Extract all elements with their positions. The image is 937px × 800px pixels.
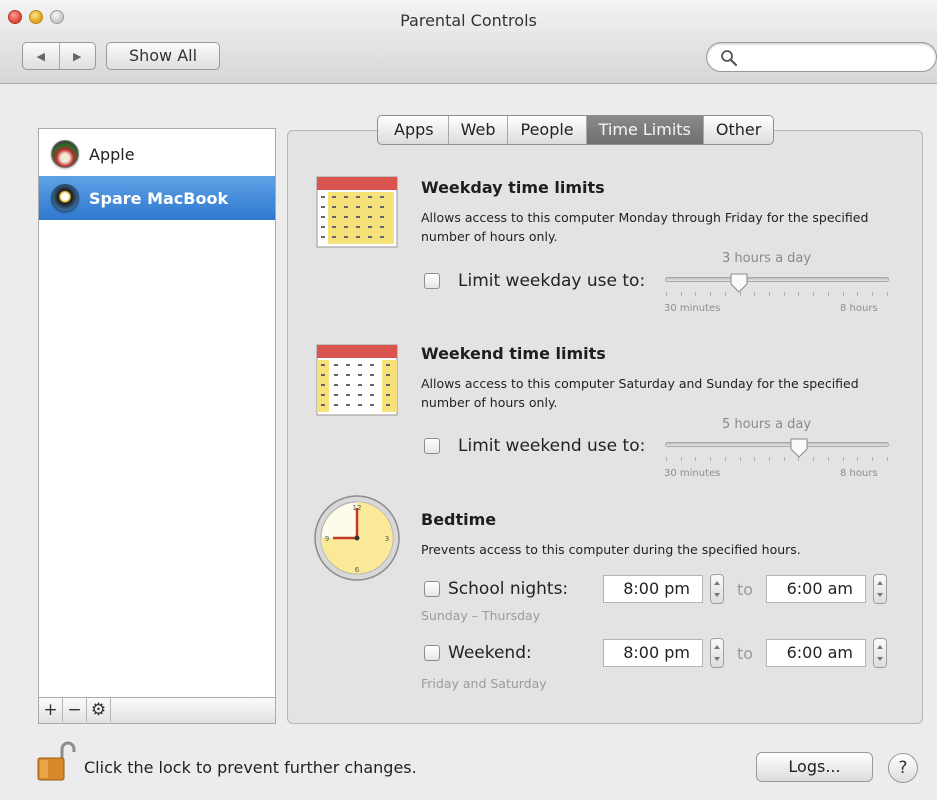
user-name: Apple — [89, 144, 135, 164]
weekend-slider-value: 5 hours a day — [722, 417, 812, 432]
search-input[interactable] — [743, 47, 928, 67]
title-bar: Parental Controls ◀ ▶ Show All — [0, 0, 937, 84]
school-nights-checkbox[interactable] — [424, 581, 440, 597]
weekend-slider-thumb[interactable] — [790, 438, 808, 458]
gear-icon[interactable]: ⚙ — [87, 698, 111, 722]
weekday-slider-thumb[interactable] — [730, 273, 748, 293]
forward-arrow-icon[interactable]: ▶ — [58, 43, 96, 69]
weekend-to-stepper[interactable] — [873, 638, 887, 668]
tab-people[interactable]: People — [507, 116, 585, 144]
weekend-limit-checkbox[interactable] — [424, 438, 440, 454]
weekend-to-time[interactable]: 6:00 am — [766, 639, 866, 667]
user-item-spare-macbook[interactable]: Spare MacBook — [39, 176, 275, 220]
weekday-min-label: 30 minutes — [664, 303, 721, 314]
calendar-icon — [316, 176, 398, 248]
show-all-button[interactable]: Show All — [106, 42, 220, 70]
weekday-limit-checkbox[interactable] — [424, 273, 440, 289]
calendar-icon — [316, 344, 398, 416]
school-nights-to-stepper[interactable] — [873, 574, 887, 604]
weekend-bedtime-label: Weekend: — [448, 643, 532, 663]
school-nights-from-time[interactable]: 8:00 pm — [603, 575, 703, 603]
weekday-slider-ticks — [666, 292, 888, 296]
search-icon — [721, 50, 738, 67]
user-name: Spare MacBook — [89, 188, 229, 208]
weekend-limit-label: Limit weekend use to: — [458, 436, 646, 456]
remove-user-button[interactable]: − — [63, 698, 87, 722]
weekend-title: Weekend time limits — [421, 344, 606, 363]
back-forward-group: ◀ ▶ — [22, 42, 96, 70]
weekday-max-label: 8 hours — [840, 303, 878, 314]
school-nights-note: Sunday – Thursday — [421, 608, 541, 623]
add-user-button[interactable]: + — [39, 698, 63, 722]
school-nights-to-label: to — [737, 580, 754, 599]
parental-controls-window: Parental Controls ◀ ▶ Show All Apple Spa… — [0, 0, 937, 800]
weekend-slider-track[interactable] — [665, 442, 889, 447]
bedtime-title: Bedtime — [421, 510, 497, 529]
weekend-slider-ticks — [666, 457, 888, 461]
svg-text:3: 3 — [385, 535, 389, 543]
weekend-max-label: 8 hours — [840, 468, 878, 479]
svg-text:9: 9 — [325, 535, 329, 543]
weekend-from-time[interactable]: 8:00 pm — [603, 639, 703, 667]
school-nights-from-stepper[interactable] — [710, 574, 724, 604]
svg-text:6: 6 — [355, 566, 360, 574]
tab-time-limits[interactable]: Time Limits — [585, 116, 703, 144]
tab-other[interactable]: Other — [702, 116, 773, 144]
tab-web[interactable]: Web — [447, 116, 508, 144]
school-nights-to-time[interactable]: 6:00 am — [766, 575, 866, 603]
weekend-bedtime-note: Friday and Saturday — [421, 676, 547, 691]
avatar — [51, 184, 79, 212]
clock-icon: 12369 — [314, 495, 400, 581]
bedtime-description: Prevents access to this computer during … — [421, 542, 801, 557]
user-list-toolbar: + − ⚙ — [38, 698, 276, 724]
weekend-min-label: 30 minutes — [664, 468, 721, 479]
unlocked-padlock-icon[interactable] — [36, 740, 76, 782]
back-arrow-icon[interactable]: ◀ — [23, 43, 59, 69]
tab-bar: Apps Web People Time Limits Other — [377, 115, 775, 145]
weekday-description: Allows access to this computer Monday th… — [421, 210, 869, 244]
weekend-from-stepper[interactable] — [710, 638, 724, 668]
user-item-apple[interactable]: Apple — [39, 132, 275, 176]
weekend-to-label: to — [737, 644, 754, 663]
weekday-slider-value: 3 hours a day — [722, 251, 812, 266]
weekday-limit-label: Limit weekday use to: — [458, 271, 646, 291]
weekday-title: Weekday time limits — [421, 178, 605, 197]
lock-message: Click the lock to prevent further change… — [84, 758, 417, 777]
window-title: Parental Controls — [400, 11, 537, 30]
weekend-description: Allows access to this computer Saturday … — [421, 376, 859, 410]
help-button[interactable]: ? — [888, 753, 918, 783]
weekday-slider-track[interactable] — [665, 277, 889, 282]
school-nights-label: School nights: — [448, 579, 569, 599]
avatar — [51, 140, 79, 168]
tab-apps[interactable]: Apps — [378, 116, 448, 144]
weekend-bedtime-checkbox[interactable] — [424, 645, 440, 661]
search-field[interactable] — [706, 42, 937, 72]
logs-button[interactable]: Logs... — [756, 752, 873, 782]
